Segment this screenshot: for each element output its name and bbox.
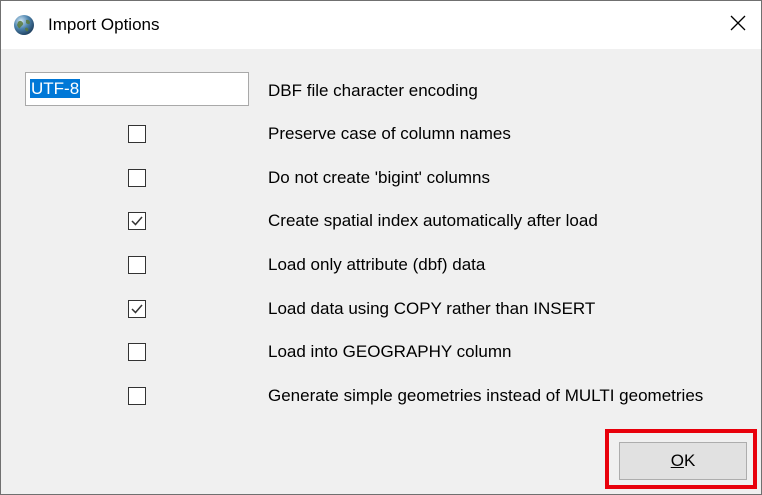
encoding-label: DBF file character encoding: [268, 81, 478, 100]
ok-label-rest: K: [683, 451, 696, 470]
option-checkbox-use-copy[interactable]: [128, 300, 146, 318]
encoding-input[interactable]: UTF-8: [25, 72, 249, 106]
option-label-use-copy: Load data using COPY rather than INSERT: [268, 299, 596, 318]
option-label-spatial-index: Create spatial index automatically after…: [268, 211, 598, 230]
option-label-geography: Load into GEOGRAPHY column: [268, 342, 512, 361]
close-button[interactable]: [715, 1, 761, 49]
encoding-value: UTF-8: [30, 79, 81, 98]
ok-button[interactable]: OK: [619, 442, 747, 480]
option-checkbox-geography[interactable]: [128, 343, 146, 361]
option-label-preserve-case: Preserve case of column names: [268, 124, 511, 143]
option-checkbox-simple-geometries[interactable]: [128, 387, 146, 405]
option-checkbox-preserve-case[interactable]: [128, 125, 146, 143]
globe-icon: [13, 14, 35, 36]
option-label-dbf-only: Load only attribute (dbf) data: [268, 255, 486, 274]
title-bar: Import Options: [1, 1, 761, 49]
option-checkbox-dbf-only[interactable]: [128, 256, 146, 274]
ok-label-mnemonic: O: [670, 451, 684, 470]
option-checkbox-no-bigint[interactable]: [128, 169, 146, 187]
option-checkbox-spatial-index[interactable]: [128, 212, 146, 230]
option-label-simple-geometries: Generate simple geometries instead of MU…: [268, 386, 704, 405]
option-label-no-bigint: Do not create 'bigint' columns: [268, 168, 490, 187]
checkmark-icon: [131, 304, 143, 314]
close-icon: [730, 15, 746, 36]
import-options-dialog: Import Options UTF-8 DBF file character …: [0, 0, 762, 495]
window-title: Import Options: [48, 15, 160, 34]
checkmark-icon: [131, 216, 143, 226]
